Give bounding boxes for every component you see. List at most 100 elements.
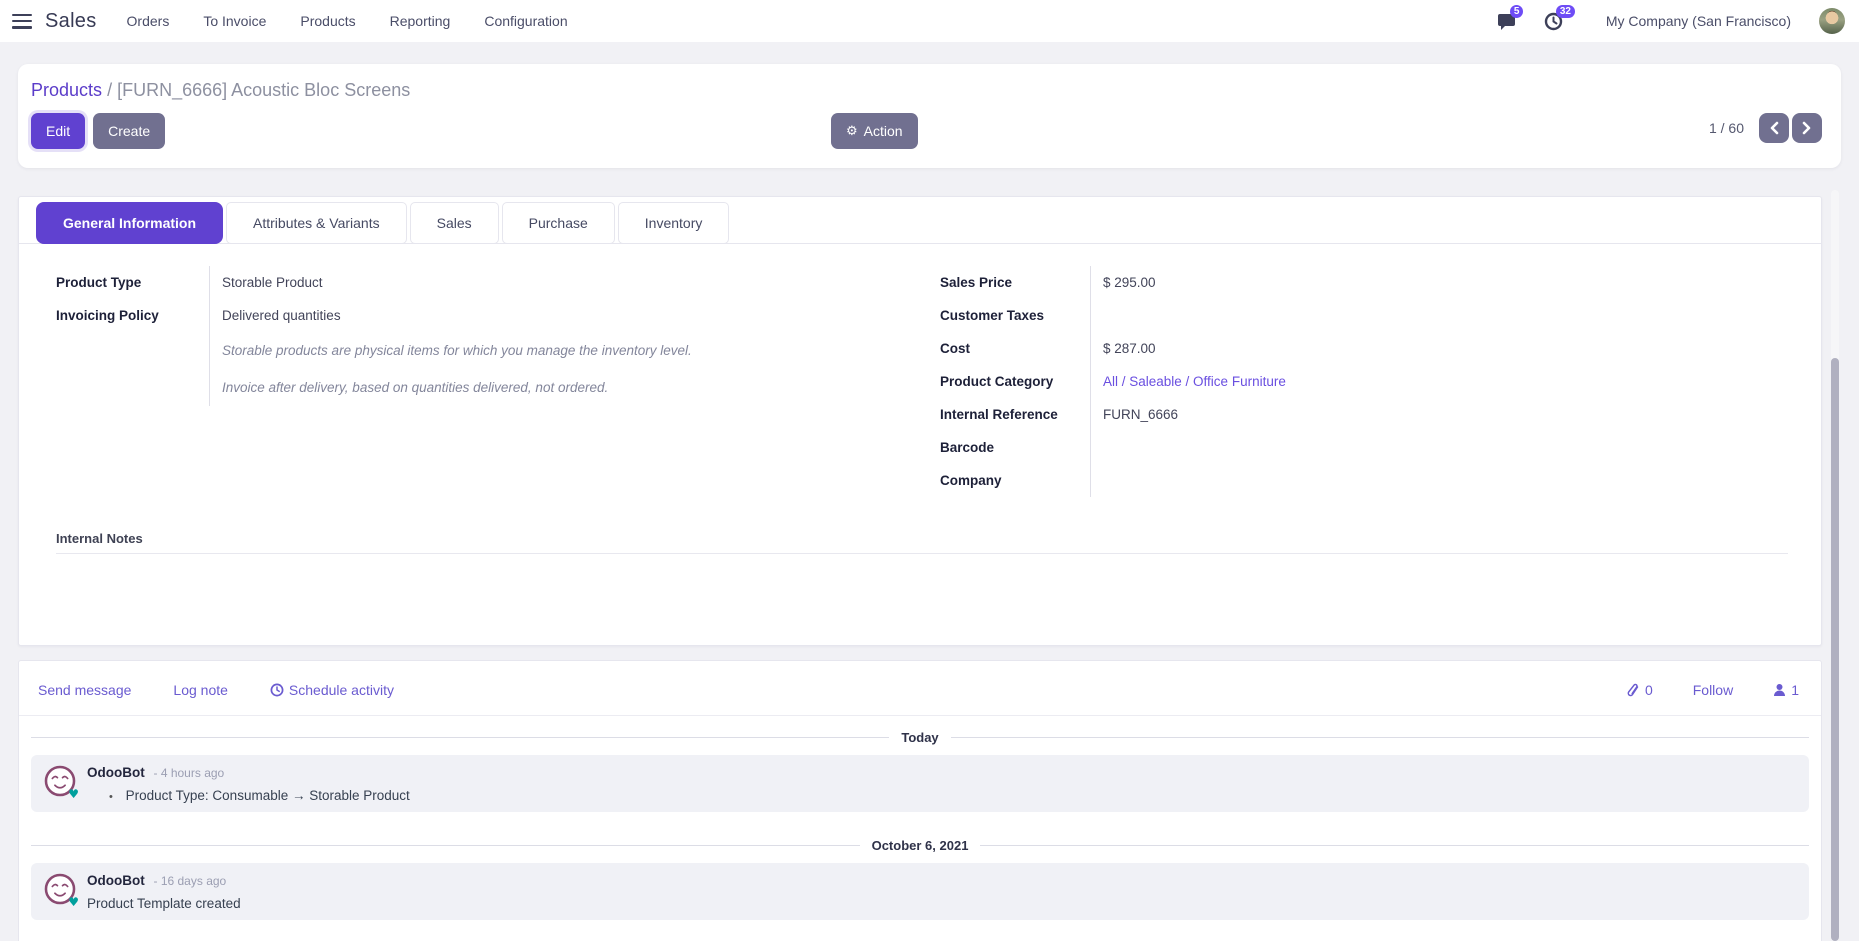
control-panel-buttons: Edit Create ⚙ Action 1 / 60 (31, 113, 1825, 149)
product-category-label: Product Category (940, 365, 1090, 398)
product-type-label: Product Type (56, 266, 209, 299)
field-company: Company (940, 464, 1700, 497)
action-menu-button[interactable]: ⚙ Action (831, 113, 918, 149)
storable-help-text: Storable products are physical items for… (209, 332, 816, 369)
field-cost: Cost $ 287.00 (940, 332, 1700, 365)
customer-taxes-value[interactable] (1090, 299, 1700, 332)
message-october: ♥ OdooBot - 16 days ago Product Template… (31, 863, 1809, 920)
chevron-left-icon (1769, 121, 1779, 135)
message-text: Product Template created (87, 896, 241, 911)
product-category-link[interactable]: All / Saleable / Office Furniture (1090, 365, 1700, 398)
activities-menu-button[interactable]: 32 (1544, 9, 1568, 33)
scrollbar-thumb[interactable] (1831, 358, 1839, 941)
date-divider-october: October 6, 2021 (31, 838, 1809, 853)
message-body: • Product Type: Consumable → Storable Pr… (87, 788, 410, 803)
heart-icon: ♥ (68, 787, 79, 801)
message-today: ♥ OdooBot - 4 hours ago • Product Type: … (31, 755, 1809, 812)
barcode-value[interactable] (1090, 431, 1700, 464)
product-form-sheet: General Information Attributes & Variant… (18, 196, 1822, 646)
pager-next-button[interactable] (1792, 113, 1822, 143)
invoicing-policy-value[interactable]: Delivered quantities (209, 299, 816, 332)
date-divider-today: Today (31, 730, 1809, 745)
odoobot-avatar[interactable]: ♥ (43, 764, 77, 798)
tab-sales[interactable]: Sales (410, 202, 499, 244)
paperclip-icon (1627, 683, 1640, 698)
tab-attributes-variants[interactable]: Attributes & Variants (226, 202, 407, 244)
date-divider-label: Today (901, 730, 938, 745)
edit-button[interactable]: Edit (31, 113, 85, 149)
nav-item-to-invoice[interactable]: To Invoice (203, 13, 266, 29)
log-note-button[interactable]: Log note (173, 682, 228, 698)
action-label: Action (864, 123, 903, 139)
form-left-column: Product Type Storable Product Invoicing … (56, 266, 816, 406)
pager-value: 1 / 60 (1709, 120, 1744, 136)
message-body: Product Template created (87, 896, 241, 911)
tab-inventory[interactable]: Inventory (618, 202, 730, 244)
invoicing-help-text: Invoice after delivery, based on quantit… (209, 369, 816, 406)
company-label: Company (940, 464, 1090, 497)
nav-item-products[interactable]: Products (300, 13, 355, 29)
internal-notes-divider (56, 553, 1788, 554)
odoobot-avatar[interactable]: ♥ (43, 872, 77, 906)
messages-menu-button[interactable]: 5 (1498, 9, 1522, 33)
schedule-activity-button[interactable]: Schedule activity (270, 682, 394, 698)
product-type-value[interactable]: Storable Product (209, 266, 816, 299)
tab-general-information[interactable]: General Information (36, 202, 223, 244)
schedule-clock-icon (270, 683, 284, 697)
field-barcode: Barcode (940, 431, 1700, 464)
internal-reference-label: Internal Reference (940, 398, 1090, 431)
app-name[interactable]: Sales (45, 10, 97, 33)
tab-purchase[interactable]: Purchase (502, 202, 615, 244)
top-navbar: Sales Orders To Invoice Products Reporti… (0, 0, 1859, 42)
person-icon (1773, 683, 1786, 697)
attachments-button[interactable]: 0 (1627, 682, 1653, 698)
message-author[interactable]: OdooBot (87, 765, 145, 780)
pager-previous-button[interactable] (1759, 113, 1789, 143)
internal-notes-section: Internal Notes (56, 531, 1788, 554)
hamburger-menu-icon[interactable] (12, 14, 32, 29)
breadcrumb: Products / [FURN_6666] Acoustic Bloc Scr… (31, 80, 1825, 101)
chatter-toolbar: Send message Log note Schedule activity … (19, 661, 1821, 716)
cost-label: Cost (940, 332, 1090, 365)
followers-button[interactable]: 1 (1773, 682, 1799, 698)
followers-count: 1 (1791, 682, 1799, 698)
company-value[interactable] (1090, 464, 1700, 497)
nav-item-configuration[interactable]: Configuration (484, 13, 567, 29)
attachments-count: 0 (1645, 682, 1653, 698)
internal-notes-label: Internal Notes (56, 531, 143, 546)
cost-value[interactable]: $ 287.00 (1090, 332, 1700, 365)
user-avatar[interactable] (1819, 8, 1845, 34)
nav-item-reporting[interactable]: Reporting (390, 13, 451, 29)
invoicing-policy-label: Invoicing Policy (56, 299, 209, 332)
gear-icon: ⚙ (846, 124, 858, 139)
messages-badge: 5 (1510, 5, 1524, 18)
control-panel: Products / [FURN_6666] Acoustic Bloc Scr… (18, 64, 1841, 168)
message-author[interactable]: OdooBot (87, 873, 145, 888)
company-name[interactable]: My Company (San Francisco) (1606, 13, 1791, 29)
field-product-type: Product Type Storable Product (56, 266, 816, 299)
internal-reference-value[interactable]: FURN_6666 (1090, 398, 1700, 431)
scrollbar-track[interactable] (1831, 190, 1839, 941)
field-internal-reference: Internal Reference FURN_6666 (940, 398, 1700, 431)
barcode-label: Barcode (940, 431, 1090, 464)
tracking-change-text: Product Type: Consumable → Storable Prod… (126, 788, 410, 803)
breadcrumb-products-link[interactable]: Products (31, 80, 102, 100)
message-time: - 4 hours ago (154, 766, 225, 780)
pager: 1 / 60 (1709, 113, 1822, 143)
chevron-right-icon (1802, 121, 1812, 135)
breadcrumb-current: [FURN_6666] Acoustic Bloc Screens (117, 80, 410, 100)
field-sales-price: Sales Price $ 295.00 (940, 266, 1700, 299)
form-tabs: General Information Attributes & Variant… (19, 202, 1821, 244)
form-right-column: Sales Price $ 295.00 Customer Taxes Cost… (940, 266, 1700, 497)
field-product-category: Product Category All / Saleable / Office… (940, 365, 1700, 398)
sales-price-label: Sales Price (940, 266, 1090, 299)
follow-button[interactable]: Follow (1693, 682, 1733, 698)
bullet-icon: • (109, 791, 113, 803)
sales-price-value[interactable]: $ 295.00 (1090, 266, 1700, 299)
field-invoicing-policy: Invoicing Policy Delivered quantities (56, 299, 816, 332)
create-button[interactable]: Create (93, 113, 165, 149)
message-header: OdooBot - 16 days ago (87, 873, 241, 888)
send-message-button[interactable]: Send message (38, 682, 131, 698)
heart-icon: ♥ (68, 895, 79, 909)
nav-item-orders[interactable]: Orders (127, 13, 170, 29)
